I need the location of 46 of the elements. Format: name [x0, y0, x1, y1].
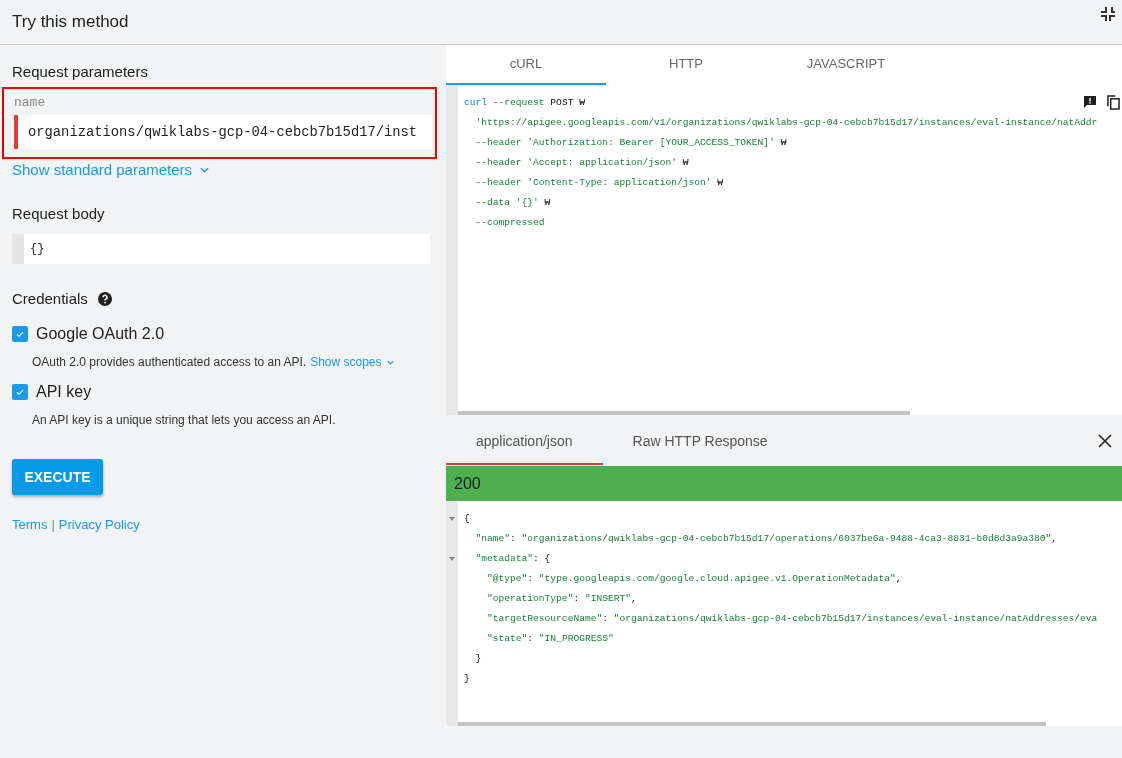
scrollbar[interactable]	[458, 722, 1046, 726]
code-tab[interactable]: JAVASCRIPT	[766, 45, 926, 85]
fold-arrow-icon[interactable]	[449, 517, 455, 521]
chevron-down-icon	[386, 359, 394, 365]
feedback-icon[interactable]	[1083, 95, 1097, 109]
code-line: "targetResourceName": "organizations/qwiklabs-gcp-04-cebcb7b15d17/instances/eval-instance/natAddresses/eva	[486, 612, 1098, 626]
link-separator: |	[51, 517, 55, 532]
execute-button[interactable]: EXECUTE	[12, 459, 103, 495]
section-heading: Request parameters	[12, 63, 148, 80]
credential-description: OAuth 2.0 provides authenticated access to an API.	[32, 355, 307, 369]
code-line: --compressed	[474, 216, 545, 230]
field-label: name	[14, 95, 47, 110]
code-line: }	[474, 652, 482, 666]
code-line: curl --request POST ₩	[464, 96, 585, 110]
checkbox[interactable]	[12, 384, 28, 400]
name-field[interactable]: organizations/qwiklabs-gcp-04-cebcb7b15d17/inst	[14, 115, 432, 149]
scrollbar[interactable]	[458, 411, 910, 415]
fold-arrow-icon[interactable]	[449, 557, 455, 561]
code-line: "operationType": "INSERT",	[486, 592, 637, 606]
code-line: "metadata": {	[474, 552, 551, 566]
status-code: 200	[454, 474, 481, 493]
code-line: --data '{}' ₩	[474, 196, 551, 210]
checkbox-label: API key	[36, 383, 92, 401]
checkbox[interactable]	[12, 326, 28, 342]
code-line: "@type": "type.googleapis.com/google.cloud.apigee.v1.OperationMetadata",	[486, 572, 902, 586]
panel-title: Try this method	[12, 12, 129, 32]
request-body-field[interactable]: {}	[12, 234, 430, 264]
code-line: --header 'Accept: application/json' ₩	[474, 156, 689, 170]
credential-description: An API key is a unique string that lets you access an API.	[32, 413, 336, 427]
chevron-down-icon	[200, 166, 210, 173]
code-line: --header 'Authorization: Bearer [YOUR_ACCESS_TOKEN]' ₩	[474, 136, 787, 150]
collapse-icon[interactable]	[1100, 6, 1116, 22]
code-line: "name": "organizations/qwiklabs-gcp-04-cebcb7b15d17/operations/6037be6a-9488-4ca3-8831-b0d8d3a9a380",	[474, 532, 1057, 546]
response-tab[interactable]: Raw HTTP Response	[602, 418, 798, 465]
code-line: --header 'Content-Type: application/json' ₩	[474, 176, 724, 190]
code-line: {	[464, 512, 470, 526]
code-line: }	[464, 672, 470, 686]
close-icon[interactable]	[1098, 434, 1112, 448]
code-line: 'https://apigee.googleapis.com/v1/organizations/qwiklabs-gcp-04-cebcb7b15d17/instances/eval-instance/natAddr	[474, 116, 1098, 130]
help-icon[interactable]	[97, 291, 112, 306]
section-heading: Credentials	[12, 290, 88, 307]
section-heading: Request body	[12, 205, 106, 222]
copy-icon[interactable]	[1107, 95, 1120, 110]
code-line: "state": "IN_PROGRESS"	[486, 632, 614, 646]
code-tab[interactable]: HTTP	[606, 45, 766, 85]
checkbox-label: Google OAuth 2.0	[36, 325, 165, 343]
